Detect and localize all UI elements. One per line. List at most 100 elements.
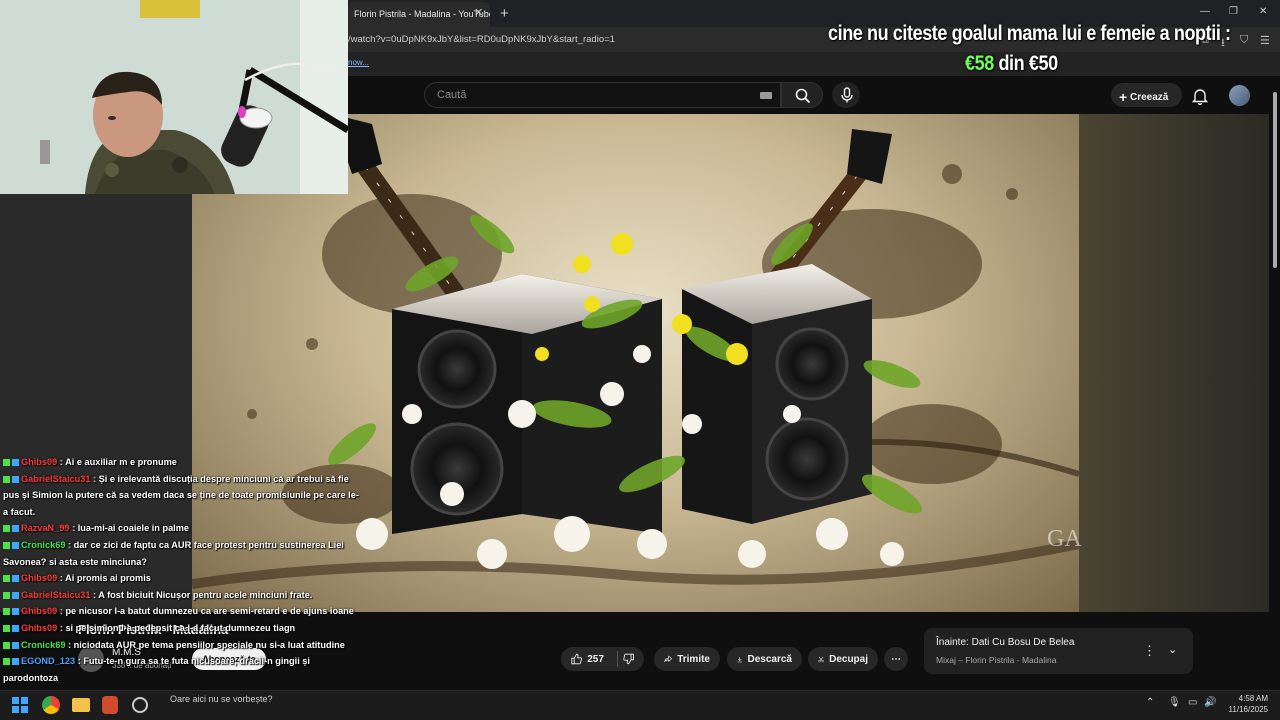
- chat-message: Ghibs09 : si pe simion l-a pedepsit ca l…: [0, 620, 360, 637]
- chat-username[interactable]: Ghibs09: [21, 606, 57, 616]
- taskbar-clock[interactable]: 4:58 AM 11/16/2025: [1228, 693, 1268, 715]
- search-button[interactable]: [781, 82, 823, 108]
- webcam-overlay: [0, 0, 348, 194]
- microphone-icon: [841, 87, 853, 103]
- clock-date: 11/16/2025: [1228, 705, 1268, 714]
- chat-username[interactable]: GabrielStaicu31: [21, 474, 90, 484]
- chat-message: Ghibs09 : Ai e auxiliar m e pronume: [0, 454, 360, 471]
- chat-username[interactable]: Ghibs09: [21, 457, 57, 467]
- donation-goal: €50: [1028, 52, 1058, 75]
- menu-icon[interactable]: ☰: [1260, 34, 1270, 47]
- chat-text: Ai promis ai promis: [65, 573, 151, 584]
- chat-badge-icon: [12, 459, 19, 467]
- clip-button[interactable]: Decupaj: [808, 647, 878, 671]
- keyboard-icon[interactable]: [760, 92, 772, 99]
- chat-badge-icon: [12, 641, 19, 649]
- obs-icon[interactable]: [132, 697, 148, 713]
- like-button[interactable]: 257: [561, 647, 644, 671]
- more-actions-button[interactable]: ⋯: [884, 647, 908, 671]
- chat-username[interactable]: Ghibs09: [21, 573, 57, 583]
- chat-message-list: Ghibs09 : Ai e auxiliar m e pronume Gabri…: [0, 454, 360, 686]
- chat-badge-icon: [12, 542, 19, 550]
- chrome-icon[interactable]: [42, 696, 60, 714]
- chat-text: niciodata AUR pe tema pensiilor speciale…: [73, 639, 345, 650]
- like-divider: [616, 651, 618, 667]
- streamer-webcam-image: [0, 0, 348, 194]
- chat-badge-icon: [3, 575, 10, 583]
- chat-text: si pe simion l-a pedepsit ca l-a facut d…: [65, 622, 296, 633]
- microphone-tray-icon[interactable]: 🎙: [1168, 697, 1181, 708]
- file-explorer-icon[interactable]: [72, 698, 90, 712]
- chat-badge-icon: [12, 575, 19, 583]
- download-button[interactable]: Descarcă: [727, 647, 802, 671]
- download-icon: [737, 656, 743, 662]
- chat-badge-icon: [3, 475, 10, 483]
- chat-badge-icon: [12, 658, 19, 666]
- chat-message: Ghibs09 : Ai promis ai promis: [0, 570, 360, 587]
- share-button[interactable]: Trimite: [654, 647, 720, 671]
- chat-last-line: Oare aici nu se vorbește?: [170, 694, 273, 704]
- chat-username[interactable]: Cronick69: [21, 640, 65, 650]
- chat-badge-icon: [3, 641, 10, 649]
- close-tab-icon[interactable]: ✕: [474, 6, 483, 19]
- chat-username[interactable]: EGOND_123: [21, 656, 75, 666]
- avatar[interactable]: [1229, 85, 1250, 106]
- voice-search-button[interactable]: [832, 82, 860, 108]
- chat-separator: :: [69, 523, 78, 534]
- clip-label: Decupaj: [829, 653, 868, 665]
- chat-badge-icon: [3, 525, 10, 533]
- donation-separator: din: [998, 52, 1025, 75]
- windows-start-icon[interactable]: [12, 697, 28, 713]
- chat-badge-icon: [12, 525, 19, 533]
- chat-badge-icon: [3, 459, 10, 467]
- donation-goal-counter: €58 din €50: [965, 52, 1058, 76]
- chat-text: Ai e auxiliar m e pronume: [65, 457, 177, 467]
- chat-username[interactable]: GabrielStaicu31: [21, 590, 90, 600]
- stream-goal-title: cine nu citeste goalul mama lui e femeie…: [828, 22, 1231, 45]
- brave-browser-icon[interactable]: [102, 696, 118, 714]
- thumbs-down-icon[interactable]: [622, 652, 634, 666]
- scissors-icon: [818, 656, 824, 662]
- chat-separator: :: [65, 539, 74, 550]
- chat-text: pe nicusor l-a batut dumnezeu ca are sem…: [65, 606, 354, 617]
- donation-current: €58: [965, 52, 994, 75]
- up-next-video: Dati Cu Bosu De Belea: [971, 637, 1075, 648]
- chat-username[interactable]: Cronick69: [21, 540, 65, 550]
- network-icon[interactable]: ▭: [1188, 697, 1197, 708]
- tab-title: Florin Pistrila - Madalina - YouTube: [354, 9, 490, 19]
- chat-badge-icon: [12, 625, 19, 632]
- chat-message: Cronick69 : niciodata AUR pe tema pensii…: [0, 637, 360, 654]
- search-input[interactable]: Caută: [424, 82, 781, 108]
- up-next-playlist: Mixaj – Florin Pistrila - Madalina: [936, 655, 1057, 665]
- chat-username[interactable]: Ghibs09: [21, 623, 57, 633]
- tray-chevron-up-icon[interactable]: ⌃: [1146, 697, 1154, 708]
- chat-message: GabrielStaicu31 : Și e irelevantă discuț…: [0, 471, 360, 521]
- more-horiz-icon: ⋯: [891, 653, 901, 665]
- chat-badge-icon: [12, 608, 19, 616]
- clock-time: 4:58 AM: [1238, 694, 1268, 703]
- create-button[interactable]: + Creează: [1111, 83, 1182, 107]
- chat-separator: :: [65, 639, 74, 650]
- up-next-title[interactable]: Înainte: Dati Cu Bosu De Belea: [936, 637, 1074, 648]
- chat-username[interactable]: RazvaN_99: [21, 523, 70, 533]
- more-vert-icon[interactable]: ⋮: [1143, 643, 1156, 659]
- chat-badge-icon: [3, 658, 10, 666]
- notifications-bell-icon[interactable]: [1191, 87, 1209, 110]
- chat-message: GabrielStaicu31 : A fost biciuit Nicușor…: [0, 587, 360, 604]
- chevron-down-icon[interactable]: ⌄: [1168, 643, 1177, 656]
- url-field[interactable]: /watch?v=0uDpNK9xJbY&list=RD0uDpNK9xJbY&…: [348, 34, 615, 45]
- chat-badge-icon: [3, 591, 10, 599]
- new-tab-icon[interactable]: +: [500, 5, 509, 22]
- shield-icon[interactable]: ⛉: [1240, 34, 1248, 47]
- ambient-right-panel: [1079, 114, 1269, 612]
- chat-badge-icon: [12, 591, 19, 599]
- close-window-icon[interactable]: ✕: [1259, 6, 1267, 17]
- volume-icon[interactable]: 🔊: [1204, 697, 1216, 708]
- scrollbar-thumb[interactable]: [1273, 92, 1277, 268]
- like-count: 257: [587, 653, 604, 665]
- chat-message: RazvaN_99 : lua-mi-ai coaiele in palme: [0, 520, 360, 537]
- minimize-icon[interactable]: —: [1200, 6, 1210, 17]
- bookmark-link[interactable]: now...: [348, 58, 369, 67]
- restore-icon[interactable]: ❐: [1229, 6, 1238, 17]
- browser-tab[interactable]: Florin Pistrila - Madalina - YouTube: [348, 2, 490, 27]
